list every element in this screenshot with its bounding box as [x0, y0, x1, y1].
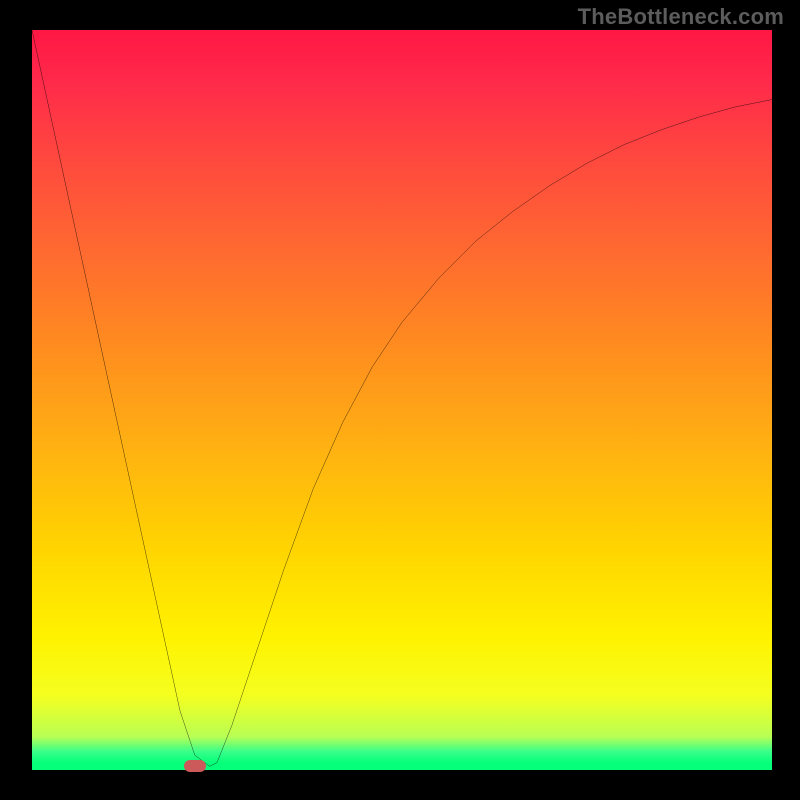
chart-container: TheBottleneck.com: [0, 0, 800, 800]
bottleneck-curve: [32, 30, 772, 770]
curve-minimum-marker: [184, 760, 206, 772]
watermark-text: TheBottleneck.com: [578, 4, 784, 30]
plot-area: [32, 30, 772, 770]
